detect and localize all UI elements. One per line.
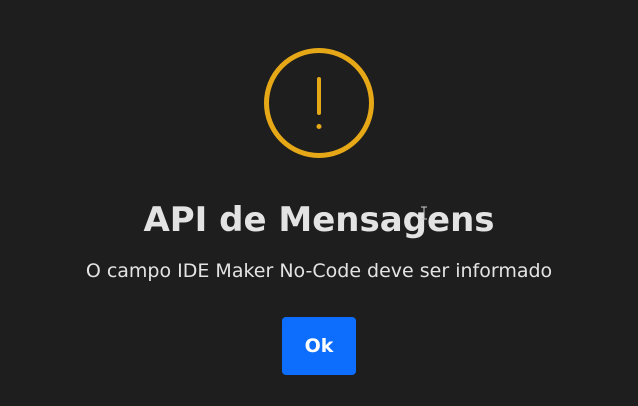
text-cursor-icon: [421, 206, 427, 220]
dialog-title: API de Mensagens: [143, 200, 495, 240]
exclamation-mark-icon: [316, 77, 322, 129]
ok-button[interactable]: Ok: [282, 317, 356, 375]
dialog-message: O campo IDE Maker No-Code deve ser infor…: [85, 260, 553, 282]
warning-icon: [264, 48, 374, 158]
alert-dialog: API de Mensagens O campo IDE Maker No-Co…: [0, 0, 638, 406]
